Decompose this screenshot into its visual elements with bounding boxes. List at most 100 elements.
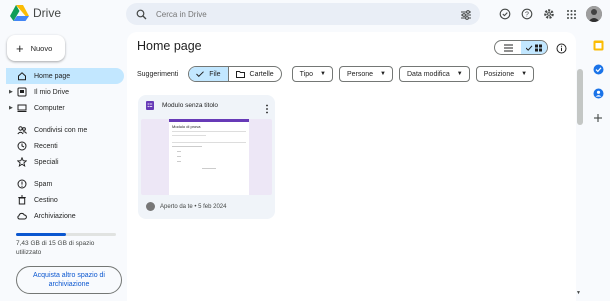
computer-icon <box>17 103 27 113</box>
top-bar: Drive ? <box>0 0 610 30</box>
view-toggle <box>494 40 548 55</box>
dropdown-arrow-icon: ▼ <box>320 71 326 77</box>
sidebar-nav: Home page ▶ Il mio Drive ▶ Computer Cond… <box>0 68 124 224</box>
sidebar-item-label: Archiviazione <box>34 212 76 220</box>
main-content: Home page Suggerimenti File Cartelle Tip… <box>127 32 576 301</box>
folders-segment[interactable]: Cartelle <box>229 67 281 81</box>
filter-type[interactable]: Tipo ▼ <box>291 66 333 82</box>
filter-label: Data modifica <box>407 70 450 78</box>
calendar-icon[interactable] <box>592 39 604 51</box>
more-options-icon[interactable] <box>265 101 269 119</box>
file-card-header: Modulo senza titolo <box>146 101 218 110</box>
thumbnail-title: Modulo di prova <box>172 124 201 129</box>
filter-people[interactable]: Persone ▼ <box>338 66 393 82</box>
sidebar-item-label: Computer <box>34 104 65 112</box>
plus-icon: + <box>16 40 24 56</box>
page-title: Home page <box>137 39 202 53</box>
expand-arrow-icon[interactable]: ▶ <box>9 89 13 95</box>
search-input[interactable] <box>156 9 436 19</box>
search-bar[interactable] <box>126 3 480 25</box>
owner-avatar <box>146 202 155 211</box>
sidebar-item-my-drive[interactable]: ▶ Il mio Drive <box>0 84 124 100</box>
cloud-icon <box>17 211 27 221</box>
search-options-icon[interactable] <box>460 8 472 26</box>
drive-logo[interactable]: Drive <box>10 5 61 21</box>
tasks-icon[interactable] <box>592 63 604 75</box>
sidebar-item-home[interactable]: Home page <box>6 68 124 84</box>
sidebar-item-label: Spam <box>34 180 53 188</box>
forms-file-icon <box>146 101 154 110</box>
new-button-label: Nuovo <box>30 43 53 53</box>
filter-bar: Suggerimenti File Cartelle Tipo ▼ Persone… <box>137 66 540 82</box>
scrollbar-thumb[interactable] <box>577 69 583 125</box>
info-icon[interactable] <box>556 41 567 59</box>
sidebar-item-label: Recenti <box>34 142 58 150</box>
folder-icon <box>235 70 245 78</box>
thumbnail-form-preview: Modulo di prova <box>169 119 249 195</box>
spam-icon <box>17 179 27 189</box>
new-button[interactable]: + Nuovo <box>7 35 65 61</box>
filter-label: Tipo <box>299 70 314 78</box>
top-actions: ? <box>498 6 602 22</box>
suggestions-label: Suggerimenti <box>137 70 179 78</box>
grid-view-icon <box>526 44 542 51</box>
grid-view-button[interactable] <box>521 41 547 54</box>
storage-progress-bar <box>16 233 116 236</box>
file-thumbnail[interactable]: Modulo di prova <box>141 119 272 195</box>
app-name: Drive <box>33 6 62 20</box>
files-segment[interactable]: File <box>189 67 229 81</box>
thumbnail-line <box>177 161 181 162</box>
thumbnail-divider <box>172 142 246 143</box>
check-icon <box>196 71 205 77</box>
filter-label: Persone <box>346 70 374 78</box>
offline-status-icon[interactable] <box>498 7 512 21</box>
folders-segment-label: Cartelle <box>249 70 274 78</box>
add-apps-icon[interactable] <box>592 112 604 124</box>
file-card-footer: Aperto da te • 5 feb 2024 <box>146 202 226 211</box>
file-last-opened: Aperto da te • 5 feb 2024 <box>160 203 227 210</box>
buy-storage-button[interactable]: Acquista altro spazio di archiviazione <box>16 266 122 294</box>
trash-icon <box>17 195 27 205</box>
search-icon[interactable] <box>130 9 152 20</box>
help-icon[interactable]: ? <box>520 7 534 21</box>
sidebar-item-spam[interactable]: Spam <box>0 176 124 192</box>
drive-logo-icon <box>10 5 29 21</box>
svg-text:?: ? <box>525 11 529 18</box>
file-card[interactable]: Modulo senza titolo Modulo di prova Aper… <box>138 95 275 219</box>
settings-icon[interactable] <box>542 7 556 21</box>
file-title: Modulo senza titolo <box>162 102 219 109</box>
sidebar-item-label: Condivisi con me <box>34 126 88 134</box>
sidebar-item-shared[interactable]: Condivisi con me <box>0 122 124 138</box>
sidebar-item-label: Speciali <box>34 158 59 166</box>
star-icon <box>17 157 27 167</box>
filter-location[interactable]: Posizione ▼ <box>475 66 535 82</box>
thumbnail-line <box>177 151 181 152</box>
dropdown-arrow-icon: ▼ <box>521 71 528 77</box>
sidebar-item-storage[interactable]: Archiviazione <box>0 208 124 224</box>
thumbnail-line <box>177 156 181 157</box>
dropdown-arrow-icon: ▼ <box>456 71 463 77</box>
sidebar-item-starred[interactable]: Speciali <box>0 154 124 170</box>
sidebar-item-label: Cestino <box>34 196 58 204</box>
filter-label: Posizione <box>483 70 515 78</box>
home-icon <box>17 71 27 81</box>
my-drive-icon <box>17 87 27 97</box>
shared-icon <box>17 125 27 135</box>
scroll-down-arrow-icon[interactable]: ▼ <box>576 290 581 296</box>
thumbnail-divider <box>172 131 246 132</box>
contacts-icon[interactable] <box>592 87 604 99</box>
sidebar-item-trash[interactable]: Cestino <box>0 192 124 208</box>
filter-modified[interactable]: Data modifica ▼ <box>399 66 470 82</box>
expand-arrow-icon[interactable]: ▶ <box>9 105 13 111</box>
list-view-button[interactable] <box>495 41 521 54</box>
files-segment-label: File <box>209 70 221 78</box>
sidebar-item-label: Il mio Drive <box>34 88 70 96</box>
apps-grid-icon[interactable] <box>564 7 578 21</box>
type-segmented-control: File Cartelle <box>188 66 282 82</box>
sidebar-item-computer[interactable]: ▶ Computer <box>0 100 124 116</box>
side-panel <box>586 32 610 301</box>
sidebar-item-recent[interactable]: Recenti <box>0 138 124 154</box>
thumbnail-line <box>172 146 202 147</box>
clock-icon <box>17 141 27 151</box>
account-avatar[interactable] <box>586 6 602 22</box>
